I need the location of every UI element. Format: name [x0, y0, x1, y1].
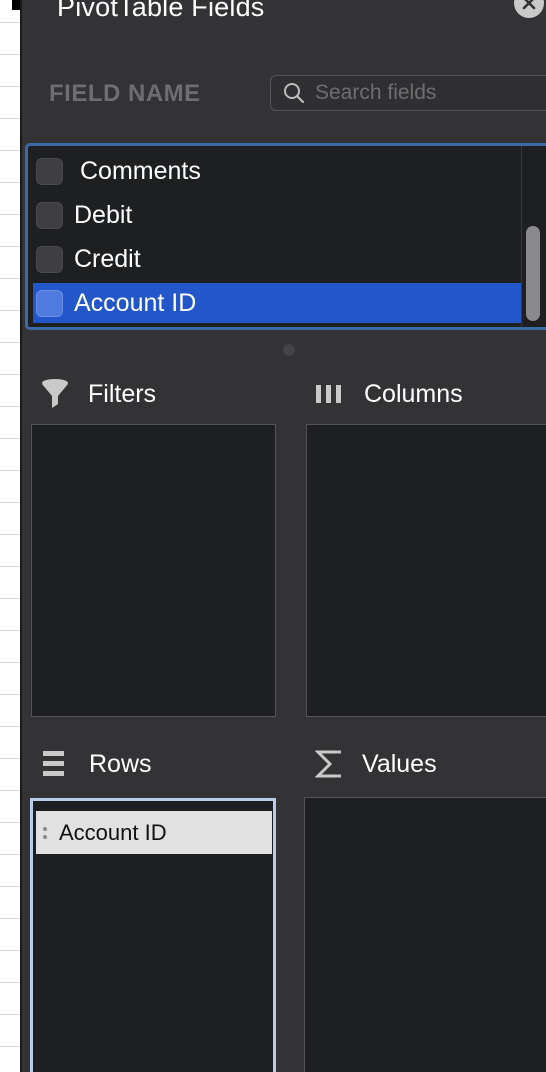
grid-line — [0, 1014, 20, 1015]
grid-line — [0, 886, 20, 887]
values-label: Values — [362, 749, 437, 778]
field-item-debit[interactable]: Debit — [33, 195, 521, 235]
sigma-icon — [315, 750, 341, 778]
field-checkbox[interactable] — [36, 157, 63, 185]
grid-line — [0, 598, 20, 599]
field-item-credit[interactable]: Credit — [33, 239, 521, 279]
grid-line — [0, 822, 20, 823]
field-item-account-id[interactable]: Account ID — [33, 283, 521, 323]
grid-line — [0, 278, 20, 279]
grid-line — [0, 790, 20, 791]
grid-line — [0, 246, 20, 247]
filters-label: Filters — [88, 379, 157, 408]
grid-line — [0, 534, 20, 535]
grid-line — [0, 502, 20, 503]
rows-label: Rows — [89, 749, 152, 778]
grid-line — [0, 86, 20, 87]
grid-line — [0, 22, 20, 23]
grid-line — [0, 566, 20, 567]
grid-line — [0, 726, 20, 727]
rows-drop-zone[interactable]: Account ID — [30, 798, 276, 1072]
columns-label: Columns — [364, 379, 463, 408]
drag-handle-icon[interactable] — [43, 826, 49, 839]
filters-area-header: Filters — [40, 378, 156, 410]
values-drop-zone[interactable] — [304, 797, 546, 1072]
field-checkbox[interactable] — [36, 245, 63, 273]
grid-line — [0, 854, 20, 855]
grid-line — [0, 982, 20, 983]
field-label: Debit — [74, 200, 133, 229]
field-label: Account ID — [74, 288, 197, 317]
grid-line — [0, 1046, 20, 1047]
grid-line — [0, 54, 20, 55]
grid-line — [0, 918, 20, 919]
columns-area-header: Columns — [315, 378, 463, 410]
grid-line — [0, 630, 20, 631]
filters-drop-zone[interactable] — [31, 424, 276, 717]
grid-line — [0, 342, 20, 343]
splitter-handle[interactable] — [283, 344, 295, 356]
search-icon — [284, 83, 305, 104]
search-input[interactable] — [315, 81, 545, 105]
close-icon — [522, 0, 536, 10]
field-label: Credit — [74, 244, 141, 273]
scrollbar-thumb[interactable] — [526, 226, 540, 321]
grid-line — [0, 182, 20, 183]
grid-line — [0, 694, 20, 695]
columns-drop-zone[interactable] — [306, 424, 546, 717]
grid-line — [0, 470, 20, 471]
grid-line — [0, 374, 20, 375]
values-area-header: Values — [315, 748, 437, 780]
rows-item-account-id[interactable]: Account ID — [36, 811, 272, 854]
pane-title: PivotTable Fields — [57, 0, 265, 22]
field-checkbox[interactable] — [36, 201, 63, 229]
close-button[interactable] — [514, 0, 544, 18]
field-label: Comments — [80, 156, 201, 185]
field-checkbox[interactable] — [36, 289, 63, 317]
grid-line — [0, 438, 20, 439]
sheet-corner — [12, 0, 20, 10]
grid-line — [0, 758, 20, 759]
field-list[interactable]: Comments Debit Credit Account ID — [25, 143, 546, 330]
grid-line — [0, 214, 20, 215]
grid-line — [0, 118, 20, 119]
grid-line — [0, 150, 20, 151]
grid-line — [0, 662, 20, 663]
grid-line — [0, 950, 20, 951]
field-name-header: FIELD NAME — [49, 80, 201, 107]
rows-area-header: Rows — [43, 748, 152, 780]
field-item-comments[interactable]: Comments — [33, 151, 521, 191]
columns-icon — [316, 385, 341, 403]
spreadsheet-grid-edge — [0, 0, 20, 1072]
rows-item-label: Account ID — [59, 819, 167, 845]
rows-icon — [43, 751, 64, 776]
grid-line — [0, 310, 20, 311]
grid-line — [0, 406, 20, 407]
search-fields-box[interactable] — [270, 75, 546, 111]
pivottable-fields-pane: PivotTable Fields FIELD NAME Comments De… — [22, 0, 546, 1072]
filter-icon — [42, 379, 68, 408]
